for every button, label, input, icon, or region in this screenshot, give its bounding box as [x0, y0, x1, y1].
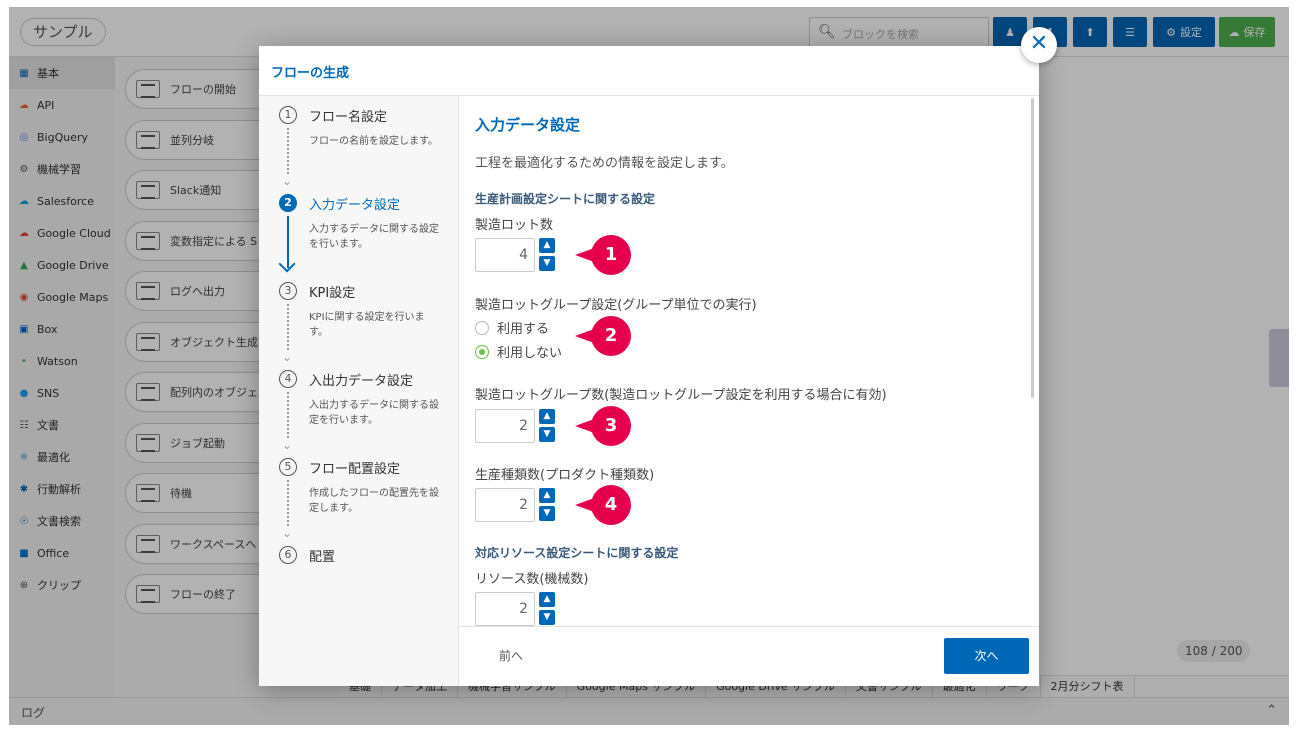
lot-group-setting-label: 製造ロットグループ設定(グループ単位での実行) [475, 298, 757, 313]
dialog-content: 入力データ設定 工程を最適化するための情報を設定します。 生産計画設定シートに関… [459, 96, 1039, 626]
lot-count-decrement[interactable]: ▼ [539, 256, 555, 271]
radio-use-label: 利用する [497, 322, 550, 337]
resource-group-title: 対応リソース設定シートに関する設定 [475, 546, 679, 560]
step-description: 入力するデータに関する設定を行います。 [309, 224, 439, 250]
product-types-increment[interactable]: ▲ [539, 488, 555, 503]
callout-number: 2 [604, 325, 618, 346]
step-title: KPI設定 [309, 286, 356, 301]
radio-not-use-label: 利用しない [497, 346, 563, 361]
step-number: 6 [279, 546, 297, 564]
radio-not-use[interactable]: 利用しない [475, 342, 562, 361]
callout-badge-4: 4 [575, 485, 631, 525]
step-title: フロー名設定 [309, 110, 388, 125]
callout-number: 1 [604, 244, 618, 265]
production-plan-group-title: 生産計画設定シートに関する設定 [475, 192, 656, 206]
resource-count-increment[interactable]: ▲ [539, 592, 555, 607]
lot-count-label: 製造ロット数 [475, 218, 554, 233]
step-3[interactable]: 3 KPI設定 KPIに関する設定を行います。 [279, 282, 449, 364]
step-title: 入力データ設定 [309, 198, 401, 213]
product-types-decrement[interactable]: ▼ [539, 506, 555, 521]
section-title: 入力データ設定 [475, 116, 581, 134]
radio-circle-selected [475, 344, 489, 359]
step-5[interactable]: 5 フロー配置設定 作成したフローの配置先を設定します。 [279, 458, 449, 540]
callout-number: 3 [604, 415, 618, 436]
lot-group-count-decrement[interactable]: ▼ [539, 427, 555, 442]
lot-count-increment[interactable]: ▲ [539, 238, 555, 253]
flow-generation-dialog: フローの生成 1 フロー名設定 フローの名前を設定します。 2 入力データ設定 … [259, 46, 1039, 686]
callout-badge-3: 3 [575, 406, 631, 446]
step-number: 5 [279, 458, 297, 476]
callout-number: 4 [604, 494, 618, 515]
close-dialog-button[interactable]: ✕ [1021, 27, 1057, 63]
resource-count-input[interactable]: 2 [475, 592, 535, 626]
resource-count-decrement[interactable]: ▼ [539, 610, 555, 625]
step-connector [282, 128, 292, 188]
step-connector [282, 480, 292, 540]
product-types-label: 生産種類数(プロダクト種類数) [475, 468, 655, 483]
step-title: 入出力データ設定 [309, 374, 414, 389]
product-types-input[interactable]: 2 [475, 488, 535, 522]
step-number: 3 [279, 282, 297, 300]
callout-badge-1: 1 [575, 235, 631, 275]
dialog-footer: 前へ 次へ [459, 626, 1039, 686]
dialog-title: フローの生成 [271, 66, 350, 81]
lot-group-count-input[interactable]: 2 [475, 409, 535, 443]
step-number: 1 [279, 106, 297, 124]
step-number: 4 [279, 370, 297, 388]
content-scrollbar[interactable] [1031, 98, 1034, 398]
step-title: 配置 [309, 550, 336, 565]
step-list: 1 フロー名設定 フローの名前を設定します。 2 入力データ設定 入力するデータ… [259, 96, 459, 686]
resource-count-label: リソース数(機械数) [475, 572, 589, 587]
step-connector-active [287, 216, 289, 268]
step-connector [282, 304, 292, 364]
lot-group-count-increment[interactable]: ▲ [539, 409, 555, 424]
step-2[interactable]: 2 入力データ設定 入力するデータに関する設定を行います。 [279, 194, 449, 272]
step-6[interactable]: 6 配置 [279, 546, 449, 570]
step-description: KPIに関する設定を行います。 [309, 312, 425, 338]
callout-badge-2: 2 [575, 316, 631, 356]
step-connector [282, 392, 292, 452]
step-number: 2 [279, 194, 297, 212]
step-4[interactable]: 4 入出力データ設定 入出力するデータに関する設定を行います。 [279, 370, 449, 452]
step-1[interactable]: 1 フロー名設定 フローの名前を設定します。 [279, 106, 449, 188]
lot-group-count-label: 製造ロットグループ数(製造ロットグループ設定を利用する場合に有効) [475, 388, 887, 403]
step-description: 作成したフローの配置先を設定します。 [309, 488, 439, 514]
dialog-header: フローの生成 [259, 46, 1039, 96]
next-button[interactable]: 次へ [944, 638, 1029, 674]
prev-button[interactable]: 前へ [499, 647, 523, 664]
section-lead: 工程を最適化するための情報を設定します。 [475, 156, 734, 171]
step-title: フロー配置設定 [309, 462, 401, 477]
lot-count-input[interactable]: 4 [475, 238, 535, 272]
radio-circle [475, 320, 489, 335]
close-icon: ✕ [1029, 31, 1049, 56]
step-description: 入出力するデータに関する設定を行います。 [309, 400, 439, 426]
radio-use[interactable]: 利用する [475, 318, 549, 337]
step-description: フローの名前を設定します。 [309, 136, 438, 147]
